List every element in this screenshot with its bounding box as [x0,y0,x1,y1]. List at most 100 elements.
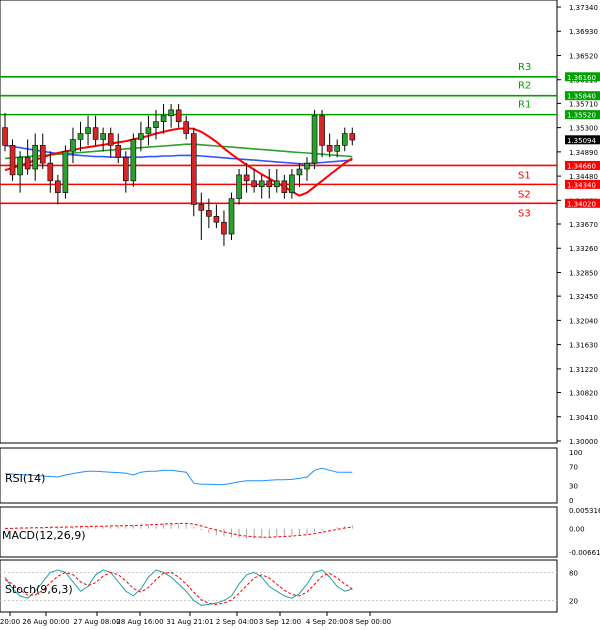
candle-bull [289,174,295,193]
candle-bull [130,139,137,182]
candle-bull [32,145,39,170]
price-tick-label: 1.34890 [569,149,598,157]
level-name-r3: R3 [518,62,531,73]
rsi-tick-label: 0 [569,497,573,505]
candle-bear [221,221,227,235]
stoch-tick-label: 20 [569,598,578,606]
main-panel-frame [0,0,558,444]
candle-bull [153,121,159,128]
candle-bull [62,150,69,193]
price-tick-label: 1.30000 [569,438,598,446]
candle-bull [341,133,348,146]
level-price-tag-label: 1.34660 [567,162,596,170]
rsi-tick-label: 70 [569,463,578,471]
time-tick-label: 26 Aug 00:00 [22,618,69,626]
stoch-label: Stoch(9,6,3) [5,583,73,596]
candle-bear [92,127,99,140]
level-price-tags: 1.36160 1.35840 1.35520 1.34660 1.34340 1.340… [565,72,600,208]
price-tick-label: 1.31220 [569,366,598,374]
rsi-tick-label: 30 [569,483,578,491]
price-tick-label: 1.36930 [569,28,598,36]
candle-bear [206,210,212,217]
forex-chart: R3R2R1S1S2S3 1.373401.369301.365201.3611… [0,0,600,626]
level-price-tag-label: 1.35840 [567,93,596,101]
macd-tick-label: 0.00 [569,526,585,534]
candle-bear [9,145,16,176]
macd-label: MACD(12,26,9) [2,529,86,542]
rsi-tick-label: 100 [569,449,582,457]
price-tick-label: 1.30410 [569,414,598,422]
time-tick-label: 28 Aug 16:00 [116,618,163,626]
candle-bear [183,121,189,134]
time-tick-label: 27 Aug 08:00 [73,618,120,626]
price-tick-label: 1.37340 [569,4,598,12]
macd-tick-label: 0.005316 [569,507,600,515]
rsi-label: RSI(14) [5,472,45,485]
candle-bear [243,174,250,182]
price-tick-label: 1.33260 [569,245,598,253]
stoch-panel-frame [0,559,558,613]
level-price-tag-label: 1.34340 [567,181,596,189]
candle-bull [138,133,144,140]
candle-bull [70,139,76,152]
candle-bear [266,180,273,188]
time-tick-label: 31 Aug 21:01 [166,618,213,626]
candle-bear [123,156,129,182]
candle-bear [107,133,114,146]
level-name-s1: S1 [518,170,531,181]
candle-bear [2,127,8,146]
candle-bull [85,127,91,134]
candle-bear [190,133,197,205]
price-tick-label: 1.31630 [569,342,598,350]
candle-bull [100,133,106,140]
price-tick-label: 1.35710 [569,100,598,108]
level-name-r2: R2 [518,81,531,92]
level-price-tag-label: 1.34020 [567,200,596,208]
candle-bear [281,180,288,193]
candle-bull [334,145,341,152]
candle-bull [273,180,280,188]
candle-bear [319,115,325,146]
candle-bear [349,133,356,141]
candle-bear [175,109,182,123]
price-tick-label: 1.33670 [569,221,598,229]
candle-bull [17,156,23,176]
candle-bull [304,162,310,170]
candle-bear [115,145,122,158]
candle-bear [47,162,54,182]
rsi-panel-frame [0,447,558,504]
price-tick-label: 1.36520 [569,52,598,60]
price-tick-label: 1.32850 [569,269,598,277]
price-axis: 1.373401.369301.365201.361101.357101.353… [557,4,598,446]
price-tick-label: 1.32040 [569,317,598,325]
candle-bull [77,133,84,140]
level-name-s3: S3 [518,208,531,219]
macd-tick-label: -0.006611 [569,549,600,557]
level-name-r1: R1 [518,100,531,111]
candle-bull [236,174,242,199]
level-name-s2: S2 [518,189,531,200]
level-price-tag-label: 1.35520 [567,112,596,120]
time-tick-label: 20:00 [0,618,20,626]
candle-bull [228,198,235,235]
candle-bear [326,145,333,152]
candle-bear [251,180,257,188]
price-tick-label: 1.30820 [569,390,598,398]
candle-bull [145,127,152,134]
time-tick-label: 3 Sep 12:00 [259,618,301,626]
candle-bull [160,115,167,123]
price-tick-label: 1.32450 [569,293,598,301]
candle-bear [198,204,205,211]
candle-bull [311,115,318,164]
candle-bear [55,180,61,193]
current-price-label: 1.35094 [567,137,596,145]
stoch-tick-label: 80 [569,569,578,577]
time-tick-label: 2 Sep 04:00 [216,618,258,626]
time-tick-label: 8 Sep 00:00 [349,618,391,626]
level-price-tag-label: 1.36160 [567,74,596,82]
candle-bear [39,145,46,164]
time-tick-label: 4 Sep 20:00 [306,618,348,626]
candle-bull [258,180,265,188]
candle-bear [24,156,31,170]
time-axis: 20:00 26 Aug 00:00 27 Aug 08:0028 Aug 16:0… [0,612,391,626]
